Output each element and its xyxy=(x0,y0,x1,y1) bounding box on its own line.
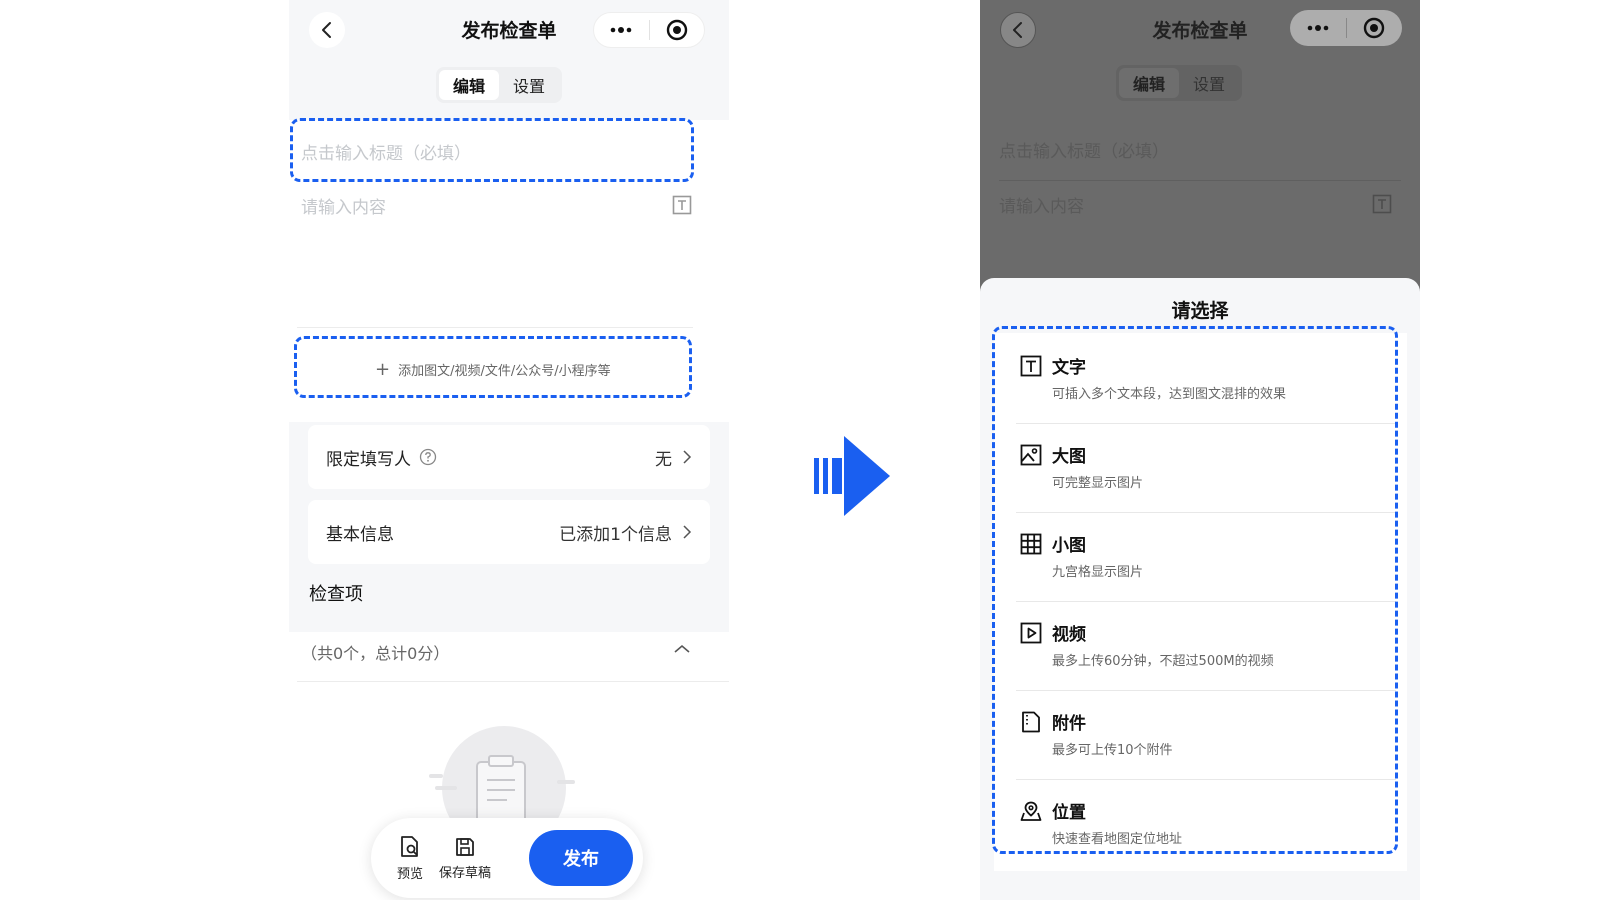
plus-icon: + xyxy=(375,359,391,380)
publish-button[interactable]: 发布 xyxy=(529,830,633,886)
chevron-right-icon xyxy=(683,525,692,539)
tab-edit[interactable]: 编辑 xyxy=(1119,68,1180,98)
capsule-menu xyxy=(1290,10,1402,46)
basic-info-value: 已添加1个信息 xyxy=(559,524,672,545)
items-summary: （共0个，总计0分） xyxy=(301,644,450,663)
tab-bar: 编辑 设置 xyxy=(436,67,563,103)
record-target-icon xyxy=(666,19,687,41)
basic-info-label: 基本信息 xyxy=(326,524,394,545)
restrict-filler-label: 限定填写人 xyxy=(326,449,411,470)
title-input[interactable]: 点击输入标题（必填） xyxy=(301,139,471,164)
capsule-menu xyxy=(593,12,705,48)
tab-edit[interactable]: 编辑 xyxy=(439,70,500,100)
help-circle-icon[interactable] xyxy=(419,448,437,466)
preview-doc-icon xyxy=(401,835,418,857)
more-dots-icon xyxy=(1307,25,1329,31)
preview-label: 预览 xyxy=(397,866,424,882)
save-draft-label: 保存草稿 xyxy=(439,865,492,881)
right-screen: 发布检查单 编辑 设置 点击输入标题（必填） 请输入内容 请选择 文字 可插入多… xyxy=(980,0,1420,900)
tab-settings[interactable]: 设置 xyxy=(1179,68,1239,98)
left-screen: 发布检查单 编辑 设置 点击输入标题（必填） 请输入内容 + 添加图文/视频/文… xyxy=(289,0,729,900)
text-format-icon xyxy=(1372,194,1392,214)
preview-button[interactable]: 预览 xyxy=(397,835,423,882)
save-floppy-icon xyxy=(456,837,474,856)
add-media-text: + 添加图文/视频/文件/公众号/小程序等 xyxy=(375,359,611,380)
section-title: 检查项 xyxy=(309,584,363,605)
basic-info-row[interactable]: 基本信息 已添加1个信息 xyxy=(308,500,710,564)
chevron-up-icon[interactable] xyxy=(674,644,690,654)
add-media-label: 添加图文/视频/文件/公众号/小程序等 xyxy=(398,364,611,379)
more-button[interactable] xyxy=(1290,10,1346,46)
save-draft-button[interactable]: 保存草稿 xyxy=(439,836,491,881)
transition-arrow-icon xyxy=(814,436,890,516)
close-miniprogram-button[interactable] xyxy=(1346,10,1402,46)
text-format-icon[interactable] xyxy=(672,195,692,215)
title-input: 点击输入标题（必填） xyxy=(999,142,1169,162)
bottom-action-bar: 预览 保存草稿 发布 xyxy=(371,818,643,898)
restrict-filler-value: 无 xyxy=(655,449,672,470)
select-action-sheet: 请选择 文字 可插入多个文本段，达到图文混排的效果 大图 可完整显示图片 小图 … xyxy=(980,278,1420,900)
close-miniprogram-button[interactable] xyxy=(649,12,704,48)
restrict-filler-row[interactable]: 限定填写人 无 xyxy=(308,425,710,489)
record-target-icon xyxy=(1364,17,1385,39)
sheet-title: 请选择 xyxy=(1171,300,1229,322)
more-dots-icon xyxy=(610,27,632,33)
content-input: 请输入内容 xyxy=(999,197,1084,217)
chevron-right-icon xyxy=(683,450,692,464)
tab-settings[interactable]: 设置 xyxy=(499,70,559,100)
empty-clipboard-illustration xyxy=(429,726,575,832)
more-button[interactable] xyxy=(594,12,649,48)
tab-bar: 编辑 设置 xyxy=(1116,65,1243,101)
content-input[interactable]: 请输入内容 xyxy=(301,193,386,218)
option-list-highlight xyxy=(992,326,1398,854)
